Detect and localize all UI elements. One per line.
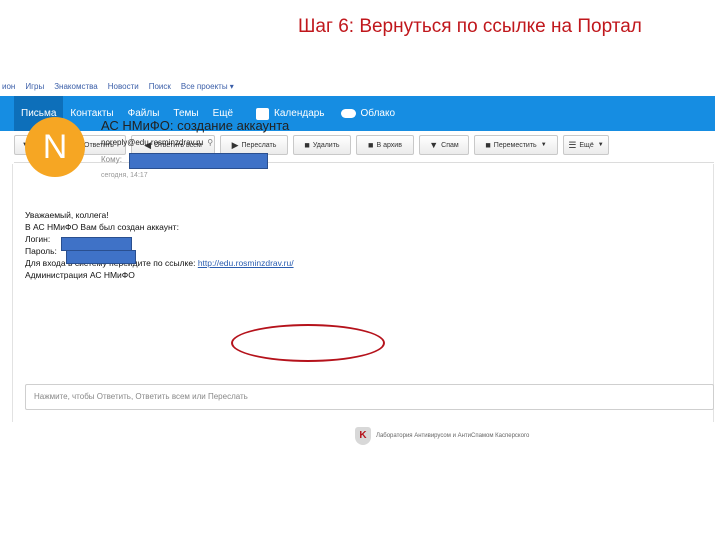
topnav-item-all-projects[interactable]: Все проекты ▾ (181, 82, 234, 91)
right-border (713, 164, 714, 422)
more-label: Ещё (579, 141, 594, 149)
archive-label: В архив (376, 141, 402, 149)
forward-label: Переслать (241, 141, 277, 149)
move-label: Переместить (493, 141, 537, 149)
topnav-item-news[interactable]: Новости (108, 82, 139, 91)
cloud-label: Облако (360, 108, 396, 119)
move-button[interactable]: ■ Переместить ▼ (474, 135, 558, 155)
spam-label: Спам (441, 141, 459, 149)
cloud-link[interactable]: Облако (340, 108, 396, 119)
link-highlight-circle (231, 324, 385, 362)
left-border (12, 164, 13, 422)
message-subject: АС НМиФО: создание аккаунта (101, 118, 290, 133)
more-button[interactable]: ☰ Ещё ▼ (563, 135, 609, 155)
archive-button[interactable]: ■ В архив (356, 135, 414, 155)
redacted-password (66, 250, 136, 264)
chevron-down-icon: ▼ (540, 142, 547, 148)
topnav-item-games[interactable]: Игры (25, 82, 44, 91)
sender-email: noreply@edu.rosminzdrav.ru (101, 138, 204, 147)
more-icon: ☰ (568, 139, 577, 150)
delete-label: Удалить (312, 141, 340, 149)
sender-address[interactable]: noreply@edu.rosminzdrav.ru ⚲ (101, 138, 213, 147)
forward-button[interactable]: ▶ Переслать (220, 135, 288, 155)
topnav-item-dating[interactable]: Знакомства (54, 82, 98, 91)
topnav-item[interactable]: ион (2, 82, 15, 91)
archive-icon: ■ (368, 140, 374, 150)
cloud-icon (340, 109, 356, 118)
portal-link[interactable]: http://edu.rosminzdrav.ru/ (198, 258, 294, 268)
redacted-recipient (129, 153, 268, 169)
greeting-line: Уважаемый, коллега! (25, 210, 109, 220)
message-date: сегодня, 14:17 (101, 172, 148, 179)
sender-avatar: N (25, 117, 85, 177)
signature-line: Администрация АС НМиФО (25, 270, 135, 280)
delete-button[interactable]: ■ Удалить (293, 135, 351, 155)
spam-button[interactable]: ▼ Спам (419, 135, 469, 155)
slide-title: Шаг 6: Вернуться по ссылке на Портал (298, 16, 642, 37)
kaspersky-badge: K Лаборатория Антивирусом и АнтиСпамом К… (355, 427, 529, 445)
kaspersky-text: Лаборатория Антивирусом и АнтиСпамом Кас… (376, 433, 530, 439)
thumbs-down-icon: ▼ (429, 140, 439, 150)
topnav-item-search[interactable]: Поиск (149, 82, 171, 91)
account-created-line: В АС НМиФО Вам был создан аккаунт: (25, 222, 179, 232)
recipient-label: Кому: (101, 155, 122, 164)
forward-icon: ▶ (231, 139, 239, 150)
kaspersky-shield-icon: K (355, 427, 371, 445)
top-navigation: ион Игры Знакомства Новости Поиск Все пр… (0, 76, 715, 96)
folder-icon: ■ (485, 140, 491, 150)
redacted-login (61, 237, 132, 251)
chevron-down-icon: ▼ (597, 142, 604, 148)
search-icon[interactable]: ⚲ (207, 138, 213, 147)
trash-icon: ■ (304, 140, 310, 150)
quick-reply-box[interactable]: Нажмите, чтобы Ответить, Ответить всем и… (25, 384, 714, 410)
